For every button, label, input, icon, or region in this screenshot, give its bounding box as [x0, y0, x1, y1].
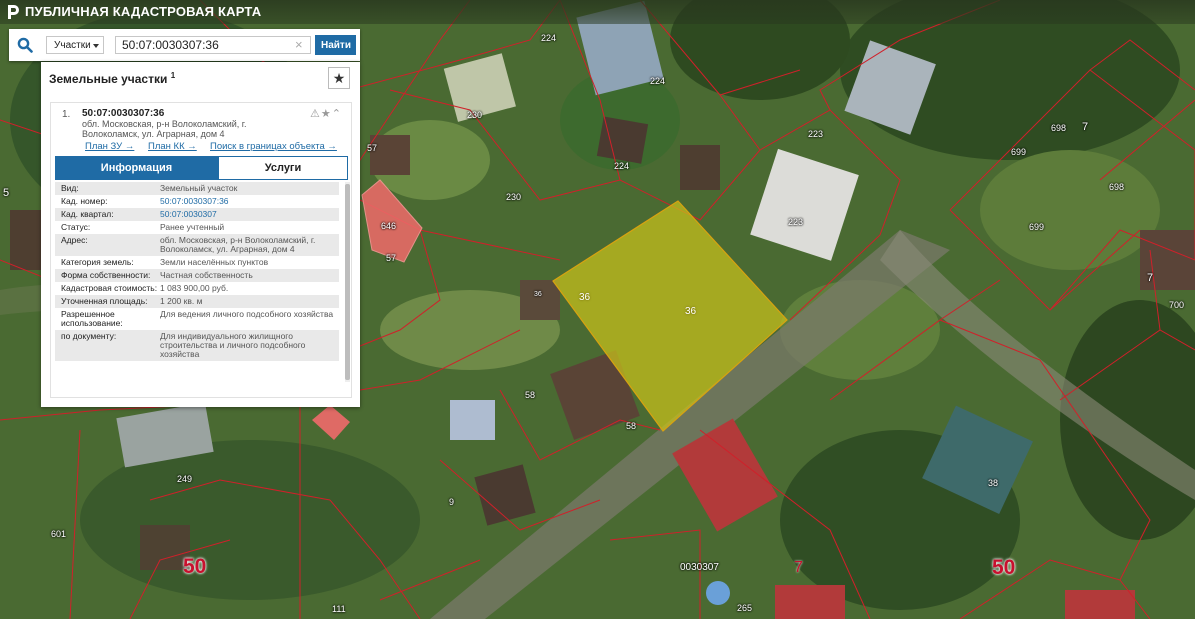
quarter-label: 50: [992, 556, 1016, 579]
clear-icon[interactable]: ×: [295, 37, 303, 53]
info-key: Кад. квартал:: [61, 209, 114, 219]
info-row: Категория земель: Земли населённых пункт…: [55, 256, 339, 269]
info-scrollbar[interactable]: [345, 182, 350, 382]
parcel-label: 111: [332, 604, 346, 614]
parcel-label: 699: [1029, 222, 1045, 232]
tab-information[interactable]: Информация: [55, 156, 218, 180]
result-cad-number[interactable]: 50:07:0030307:36: [82, 108, 164, 119]
results-panel: Земельные участки 1 ★ 1. 50:07:0030307:3…: [41, 62, 360, 407]
parcel-label: 230: [506, 192, 522, 202]
result-card[interactable]: 1. 50:07:0030307:36 обл. Московская, р-н…: [50, 102, 352, 398]
parcel-label: 58: [525, 390, 536, 400]
info-key: Адрес:: [61, 235, 88, 245]
parcel-label: 223: [788, 217, 804, 227]
tab-services[interactable]: Услуги: [218, 156, 348, 180]
app-title: ПУБЛИЧНАЯ КАДАСТРОВАЯ КАРТА: [25, 4, 262, 19]
parcel-label: 265: [737, 603, 753, 613]
scrollbar-thumb[interactable]: [345, 184, 350, 380]
parcel-label: 5: [3, 187, 10, 199]
parcel-label: 9: [449, 497, 455, 507]
results-count: 1: [170, 71, 176, 80]
logo-icon: [8, 5, 19, 19]
parcel-label: 224: [541, 33, 557, 43]
parcel-label: 7: [1082, 121, 1089, 133]
top-bar: ПУБЛИЧНАЯ КАДАСТРОВАЯ КАРТА: [0, 0, 1195, 24]
info-row: Адрес: обл. Московская, р-н Волоколамски…: [55, 234, 339, 256]
info-key: Уточненная площадь:: [61, 296, 148, 306]
info-value: Для ведения личного подсобного хозяйства: [160, 309, 334, 319]
search-icon[interactable]: [17, 37, 33, 53]
info-row: по документу: Для индивидуального жилищн…: [55, 330, 339, 361]
selected-parcel-label: 36: [685, 306, 697, 317]
info-row: Кад. квартал: 50:07:0030307: [55, 208, 339, 221]
info-row: Кадастровая стоимость: 1 083 900,00 руб.: [55, 282, 339, 295]
search-type-select[interactable]: Участки: [46, 36, 104, 54]
info-row: Статус: Ранее учтенный: [55, 221, 339, 234]
chevron-down-icon: [93, 44, 99, 48]
search-type-label: Участки: [54, 40, 91, 51]
parcel-label: 698: [1051, 123, 1067, 133]
search-button[interactable]: Найти: [315, 35, 356, 55]
info-key: Вид:: [61, 183, 79, 193]
parcel-label: 223: [808, 129, 824, 139]
info-row: Вид: Земельный участок: [55, 182, 339, 195]
info-value: Земельный участок: [160, 183, 238, 193]
info-key: Разрешенное использование:: [61, 309, 123, 328]
info-value: 1 083 900,00 руб.: [160, 283, 229, 293]
parcel-label: 249: [177, 474, 193, 484]
parcel-label: 230: [467, 110, 483, 120]
info-value: 1 200 кв. м: [160, 296, 203, 306]
panel-title-text: Земельные участки: [49, 72, 168, 86]
plan-zu-link[interactable]: План ЗУ →: [85, 141, 134, 152]
parcel-label: 601: [51, 529, 67, 539]
info-table: Вид: Земельный участок Кад. номер: 50:07…: [55, 182, 339, 382]
info-row: Кад. номер: 50:07:0030307:36: [55, 195, 339, 208]
parcel-label: 224: [650, 76, 666, 86]
info-value: обл. Московская, р-н Волоколамский, г. В…: [160, 235, 316, 254]
info-key: по документу:: [61, 331, 117, 341]
plan-kk-link[interactable]: План КК →: [148, 141, 197, 152]
star-icon: ★: [332, 70, 346, 86]
info-key: Кадастровая стоимость:: [61, 283, 158, 293]
quarter-number-label: 0030307: [680, 562, 719, 573]
info-value: Для индивидуального жилищного строительс…: [160, 331, 306, 359]
parcel-label: 224: [614, 161, 630, 171]
parcel-label: 646: [381, 221, 397, 231]
parcel-label: 36: [534, 291, 542, 298]
info-row: Разрешенное использование: Для ведения л…: [55, 308, 339, 330]
info-key: Статус:: [61, 222, 91, 232]
info-key: Кад. номер:: [61, 196, 108, 206]
parcel-label: 7: [1147, 272, 1154, 284]
parcel-label: 698: [1109, 182, 1125, 192]
parcel-label: 57: [386, 253, 397, 263]
panel-title: Земельные участки 1: [49, 71, 175, 86]
info-value: Ранее учтенный: [160, 222, 225, 232]
result-address: обл. Московская, р-н Волоколамский, г. В…: [82, 119, 247, 139]
search-in-bounds-link[interactable]: Поиск в границах объекта →: [210, 141, 337, 152]
info-row: Форма собственности: Частная собственнос…: [55, 269, 339, 282]
result-index: 1.: [62, 109, 71, 120]
selected-parcel-label: 36: [579, 292, 591, 303]
district-label: 7: [794, 559, 803, 576]
warning-star-collapse-icons[interactable]: ⚠★⌃: [310, 107, 342, 120]
info-value: Земли населённых пунктов: [160, 257, 269, 267]
quarter-label: 50: [183, 555, 207, 578]
info-key: Форма собственности:: [61, 270, 151, 280]
info-row: Уточненная площадь: 1 200 кв. м: [55, 295, 339, 308]
parcel-label: 57: [367, 143, 378, 153]
search-input[interactable]: [115, 36, 311, 54]
parcel-label: 699: [1011, 147, 1027, 157]
info-value-link[interactable]: 50:07:0030307:36: [160, 197, 229, 206]
parcel-label: 58: [626, 421, 637, 431]
search-bar: Участки × Найти: [9, 29, 360, 61]
info-value: Частная собственность: [160, 270, 253, 280]
favorite-button[interactable]: ★: [328, 67, 350, 89]
info-key: Категория земель:: [61, 257, 134, 267]
parcel-label: 38: [988, 478, 999, 488]
parcel-label: 700: [1169, 300, 1185, 310]
info-value-link[interactable]: 50:07:0030307: [160, 210, 217, 219]
